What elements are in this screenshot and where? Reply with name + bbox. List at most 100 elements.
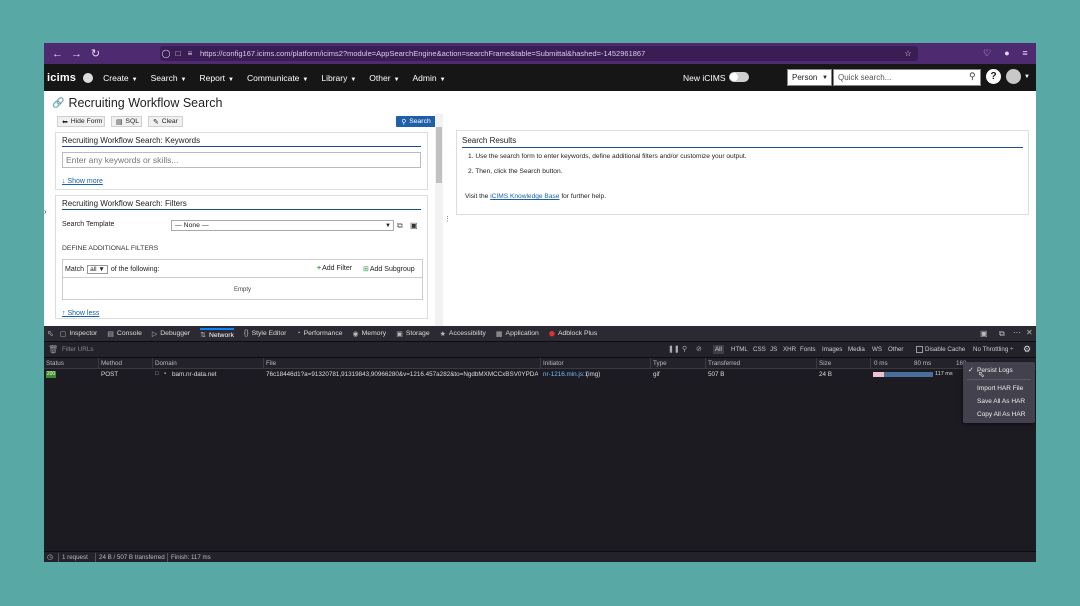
add-subgroup-button[interactable]: ⊞ Add Subgroup	[363, 265, 415, 274]
menu-item-copy-har[interactable]: Copy All As HAR	[977, 411, 1025, 418]
save-icon[interactable]: ▣	[410, 221, 418, 230]
request-count: 1 request	[62, 554, 88, 561]
knowledge-base-link[interactable]: iCIMS Knowledge Base	[490, 193, 559, 200]
form-scrollbar[interactable]	[435, 114, 443, 327]
filter-ws[interactable]: WS	[870, 345, 884, 354]
search-template-select[interactable]: — None — ▼	[171, 220, 394, 231]
tab-console[interactable]: ▤ Console	[107, 330, 142, 338]
tab-storage[interactable]: ▣ Storage	[396, 330, 429, 338]
back-icon[interactable]: ←	[49, 45, 66, 62]
disable-cache-label[interactable]: Disable Cache	[923, 345, 967, 354]
filter-images[interactable]: Images	[820, 345, 844, 354]
keywords-input[interactable]: Enter any keywords or skills...	[62, 152, 421, 168]
tab-performance[interactable]: ◔ Performance	[296, 330, 342, 337]
settings-gear-icon[interactable]: ⚙	[1023, 344, 1031, 355]
show-less-link[interactable]: ↑ Show less	[62, 310, 99, 317]
chevron-down-icon[interactable]: ▼	[1024, 74, 1030, 80]
bookmark-star-icon[interactable]: ☆	[902, 49, 914, 58]
search-icon[interactable]: ⚲	[682, 345, 687, 353]
col-transferred[interactable]: Transferred	[708, 360, 740, 367]
avatar[interactable]	[1006, 69, 1021, 84]
help-button[interactable]: ?	[986, 69, 1001, 84]
filter-fonts[interactable]: Fonts	[798, 345, 817, 354]
splitter-handle[interactable]: ⋮	[444, 215, 451, 223]
table-row[interactable]: 200 POST □ ▪ bam.nr-data.net 76c18446d1?…	[44, 369, 1036, 380]
menu-icon[interactable]: ≡	[1018, 46, 1032, 60]
filter-all[interactable]: All	[713, 345, 724, 354]
menu-other[interactable]: Other ▼	[369, 73, 399, 83]
tab-network[interactable]: ⇅ Network	[200, 328, 234, 339]
menu-report[interactable]: Report ▼	[200, 73, 234, 83]
chevron-right-icon[interactable]: ›	[44, 207, 47, 216]
trash-icon[interactable]: 🗑	[48, 345, 58, 354]
col-file[interactable]: File	[266, 360, 276, 367]
picker-icon[interactable]: ⬁	[47, 329, 54, 338]
forward-icon[interactable]: →	[68, 45, 85, 62]
filter-html[interactable]: HTML	[729, 345, 750, 354]
menu-create[interactable]: Create ▼	[103, 73, 137, 83]
dock-icon[interactable]: ⧉	[999, 329, 1005, 339]
performance-analysis-icon[interactable]: ◷	[47, 553, 53, 561]
tab-accessibility[interactable]: ★ Accessibility	[440, 330, 486, 338]
menu-search[interactable]: Search ▼	[151, 73, 187, 83]
tab-debugger[interactable]: ▷ Debugger	[152, 330, 190, 338]
sql-button[interactable]: ▤ SQL	[111, 116, 142, 127]
show-more-link[interactable]: ↓ Show more	[62, 178, 103, 185]
col-type[interactable]: Type	[653, 360, 667, 367]
url-bar[interactable]: ◯ □ ≡ https://config167.icims.com/platfo…	[160, 46, 918, 61]
quick-search-input[interactable]: Quick search...	[833, 69, 981, 86]
new-icims-toggle[interactable]	[729, 72, 749, 82]
col-status[interactable]: Status	[46, 360, 64, 367]
scrollbar-thumb[interactable]	[436, 127, 442, 183]
menu-communicate[interactable]: Communicate ▼	[247, 73, 308, 83]
tab-memory[interactable]: ◉ Memory	[353, 330, 387, 338]
disable-cache-checkbox[interactable]	[916, 346, 923, 353]
person-select[interactable]: Person ▼	[787, 69, 832, 86]
link-icon[interactable]: 🔗	[52, 98, 64, 109]
block-icon[interactable]: ⊘	[696, 345, 702, 353]
tab-application[interactable]: ▦ Application	[496, 330, 539, 338]
hide-form-button[interactable]: ⬅ Hide Form	[57, 116, 105, 127]
menu-admin[interactable]: Admin ▼	[413, 73, 446, 83]
col-size[interactable]: Size	[819, 360, 831, 367]
col-domain[interactable]: Domain	[155, 360, 177, 367]
menu-library[interactable]: Library ▼	[321, 73, 356, 83]
icims-logo[interactable]: icims	[47, 72, 76, 84]
permissions-icon[interactable]: ≡	[184, 49, 196, 58]
more-options-icon[interactable]: ⋯	[1013, 328, 1021, 337]
add-filter-button[interactable]: + Add Filter	[317, 265, 352, 272]
filter-media[interactable]: Media	[846, 345, 867, 354]
filter-other[interactable]: Other	[886, 345, 905, 354]
menu-item-save-har[interactable]: Save All As HAR	[977, 398, 1025, 405]
tab-inspector[interactable]: ▢ Inspector	[60, 330, 98, 338]
close-icon[interactable]: ✕	[1026, 328, 1033, 337]
extension-icon[interactable]: ●	[1000, 46, 1014, 60]
throttling-select[interactable]: No Throttling ÷	[971, 345, 1015, 354]
menu-item-import-har[interactable]: Import HAR File	[977, 385, 1023, 392]
col-initiator[interactable]: Initiator	[543, 360, 564, 367]
col-divider	[870, 358, 871, 369]
filter-css[interactable]: CSS	[751, 345, 768, 354]
copy-icon[interactable]: ⧉	[397, 221, 403, 231]
pause-icon[interactable]: ❚❚	[668, 345, 680, 353]
filter-xhr[interactable]: XHR	[781, 345, 798, 354]
divider	[95, 553, 96, 562]
search-button[interactable]: ⚲ Search	[396, 116, 436, 127]
match-select[interactable]: all ▼	[87, 265, 108, 274]
row-initiator[interactable]: nr-1216.min.js:1	[543, 371, 588, 378]
reload-icon[interactable]: ↻	[87, 45, 104, 62]
url-text[interactable]: https://config167.icims.com/platform/ici…	[200, 49, 645, 58]
filter-js[interactable]: JS	[768, 345, 779, 354]
lock-icon[interactable]: □	[172, 49, 184, 58]
tab-style-editor[interactable]: {} Style Editor	[244, 330, 286, 337]
clear-button[interactable]: ✎ Clear	[148, 116, 183, 127]
col-method[interactable]: Method	[101, 360, 122, 367]
console-icon: ▤	[107, 330, 114, 338]
tab-adblock-plus[interactable]: ⬢ Adblock Plus	[549, 330, 597, 338]
responsive-icon[interactable]: ▣	[980, 329, 988, 338]
filter-urls-input[interactable]: Filter URLs	[62, 346, 94, 353]
globe-icon[interactable]	[83, 72, 94, 83]
search-icon[interactable]: ⚲	[969, 71, 976, 82]
pocket-icon[interactable]: ♡	[980, 46, 994, 60]
shield-icon[interactable]: ◯	[160, 49, 172, 58]
